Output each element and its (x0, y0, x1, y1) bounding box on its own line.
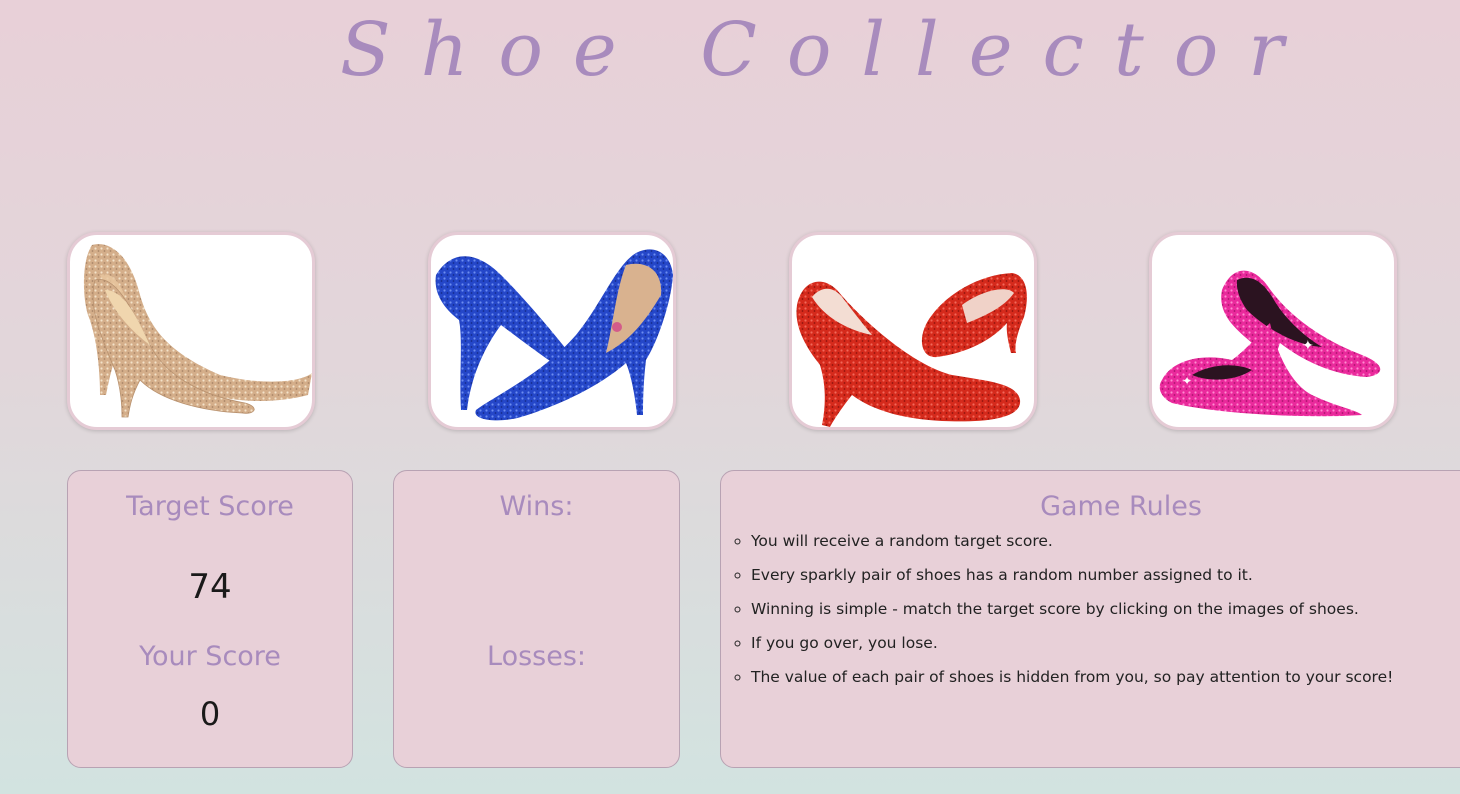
shoe-button-pink[interactable]: ✦ ✦ (1149, 232, 1397, 430)
your-score-label: Your Score (139, 641, 281, 672)
wins-label: Wins: (499, 491, 574, 522)
record-panel: Wins: Losses: (393, 470, 680, 768)
shoe-button-blue[interactable] (428, 232, 676, 430)
gold-shoes-image (83, 244, 312, 418)
svg-text:✦: ✦ (1302, 338, 1314, 354)
target-score-value: 74 (188, 567, 232, 607)
red-shoes-image (796, 273, 1027, 427)
losses-label: Losses: (487, 641, 586, 672)
blue-shoes-image (435, 249, 673, 421)
rules-list: You will receive a random target score. … (731, 527, 1393, 697)
rule-item: You will receive a random target score. (751, 527, 1393, 561)
score-panel: Target Score 74 Your Score 0 (67, 470, 353, 768)
rules-panel: Game Rules You will receive a random tar… (720, 470, 1460, 768)
rule-item: The value of each pair of shoes is hidde… (751, 663, 1393, 697)
pink-shoes-image: ✦ ✦ (1159, 270, 1381, 417)
rule-item: If you go over, you lose. (751, 629, 1393, 663)
target-score-label: Target Score (126, 491, 294, 522)
shoe-button-red[interactable] (789, 232, 1037, 430)
your-score-value: 0 (199, 695, 221, 733)
svg-text:✦: ✦ (1182, 374, 1192, 388)
shoe-button-gold[interactable] (67, 232, 315, 430)
rule-item: Every sparkly pair of shoes has a random… (751, 561, 1393, 595)
rule-item: Winning is simple - match the target sco… (751, 595, 1393, 629)
rules-heading: Game Rules (1040, 491, 1202, 522)
page-title: Shoe Collector (340, 7, 1314, 93)
